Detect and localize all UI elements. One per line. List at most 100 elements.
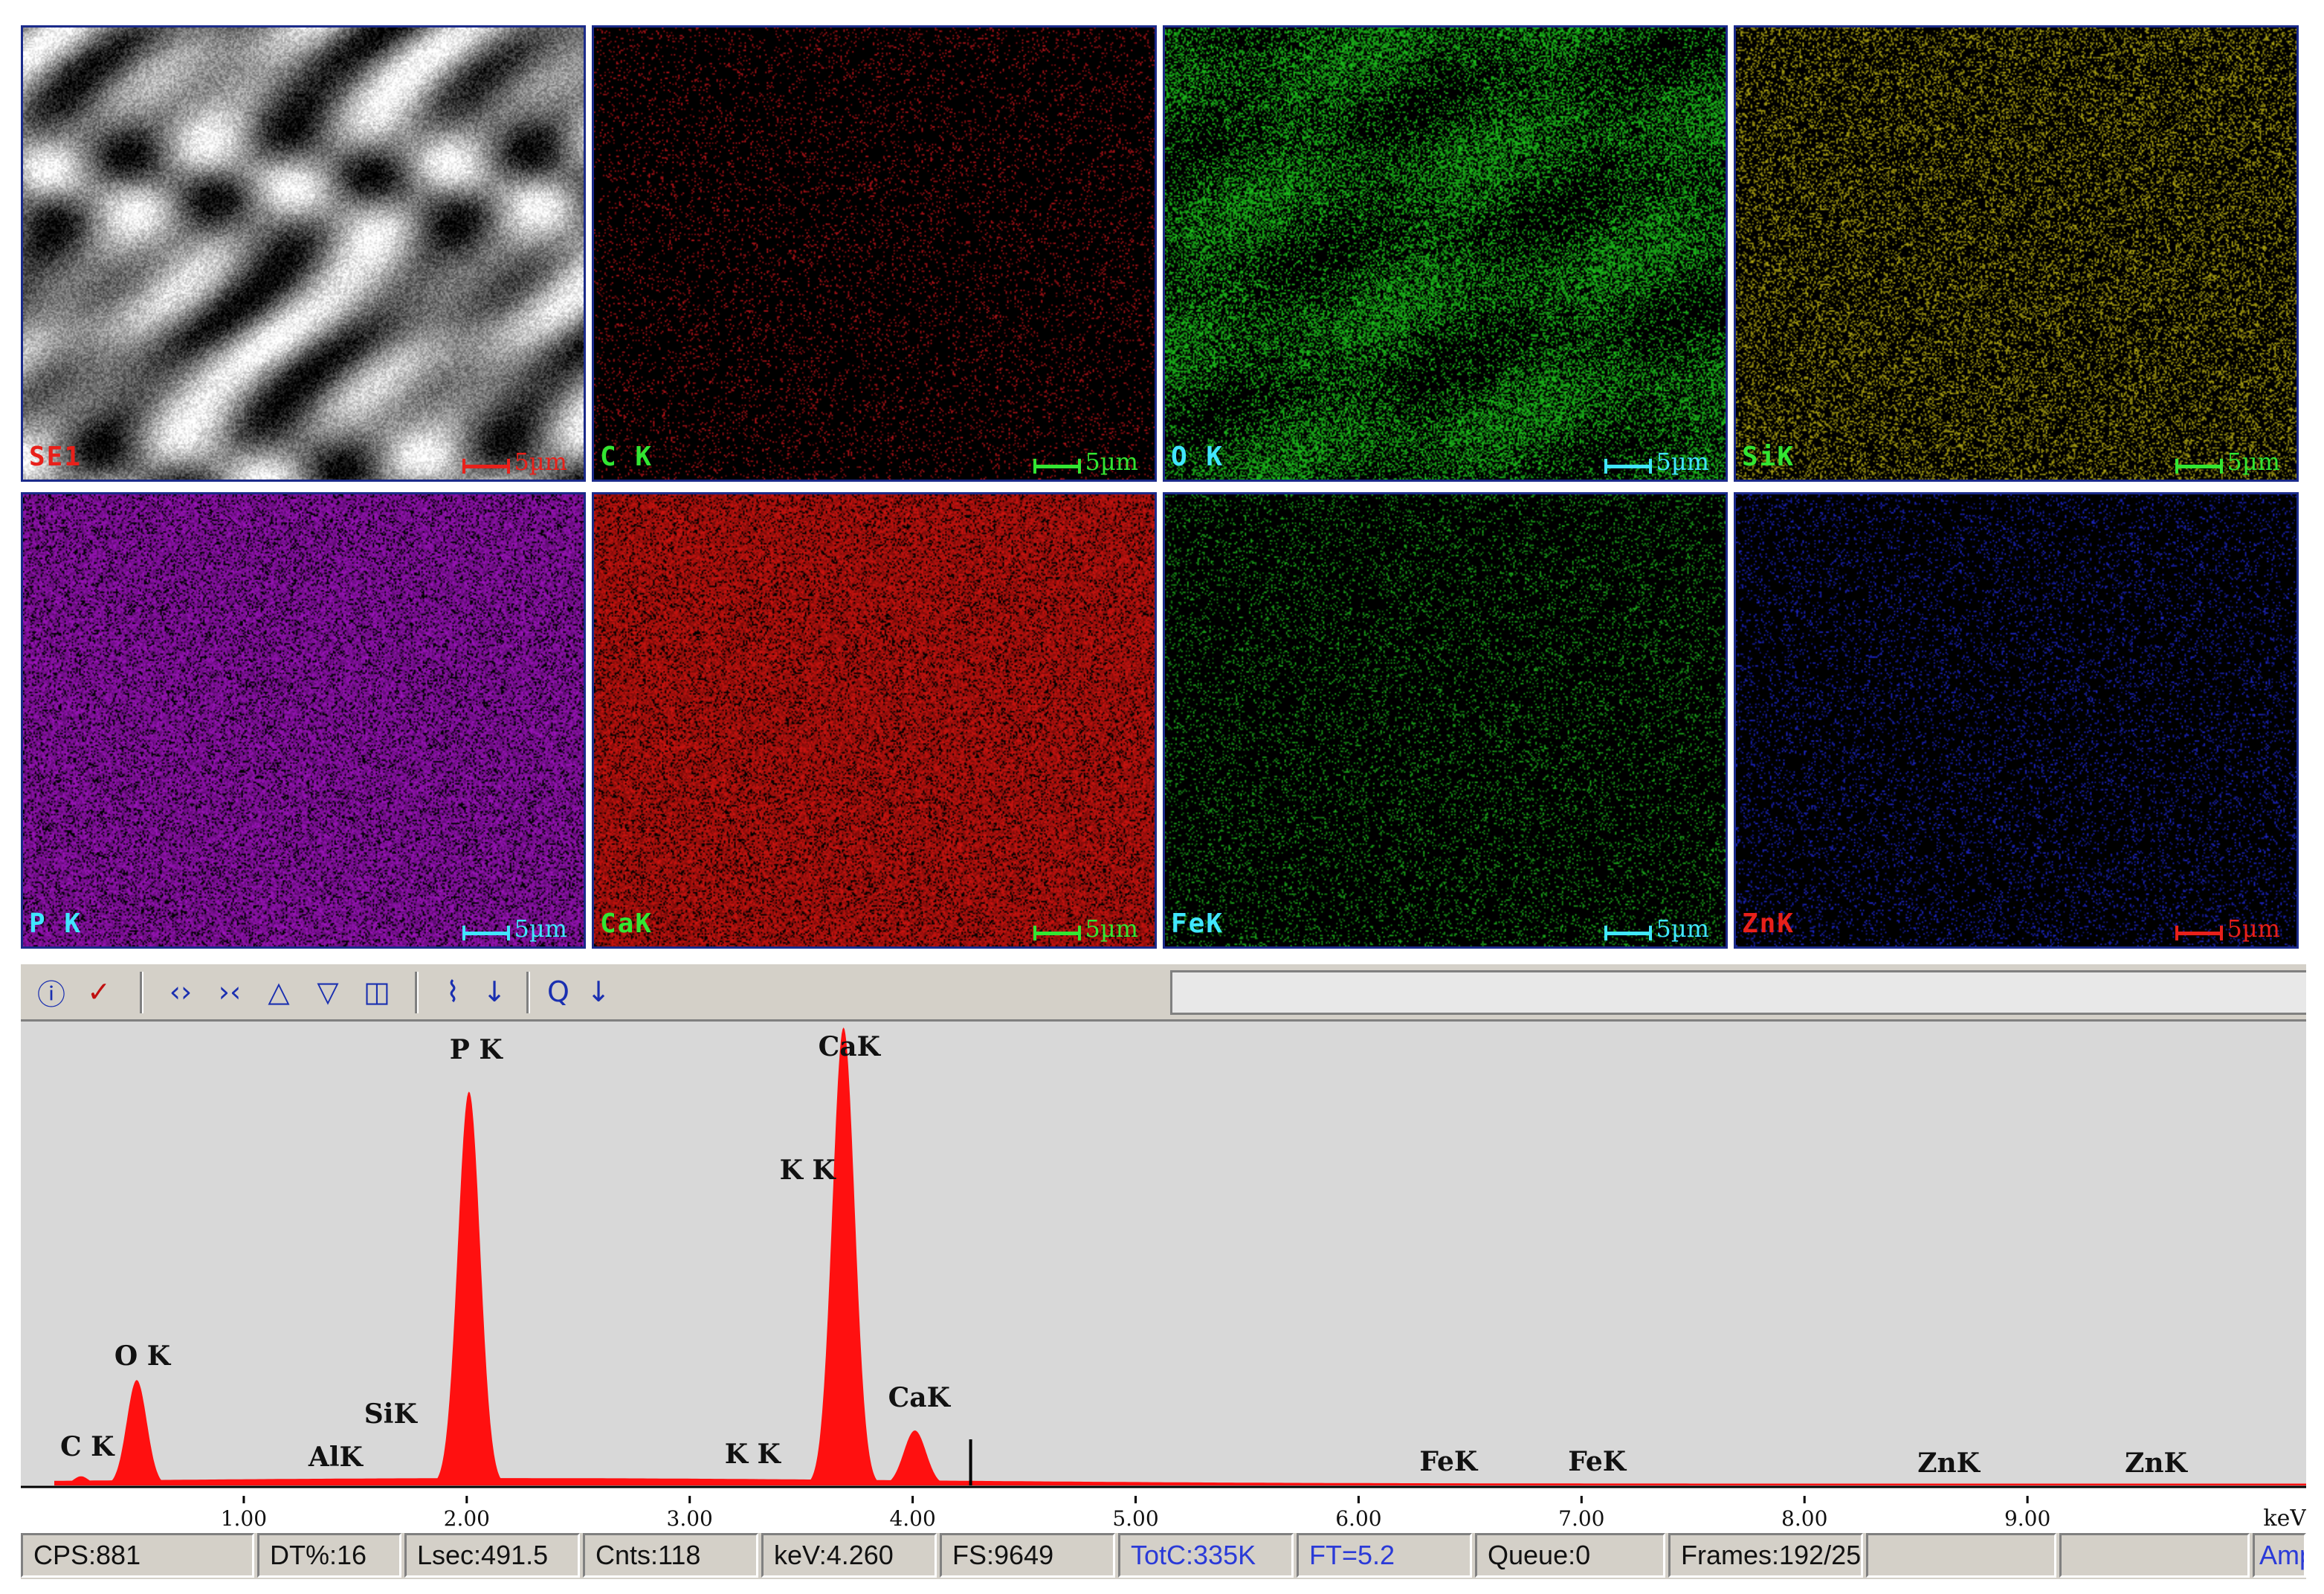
spectrum-peak bbox=[798, 1027, 888, 1485]
status-frames: Frames:192/25 bbox=[1668, 1533, 1863, 1578]
map-label: SiK bbox=[1742, 442, 1795, 472]
x-axis-ticks: 1.00 2.00 3.00 4.00 5.00 6.00 7.00 8.00 9.00 keV bbox=[21, 1496, 2306, 1533]
scale-bar: 5µm bbox=[1033, 444, 1139, 476]
status-empty-2 bbox=[2059, 1533, 2250, 1578]
map-image-ca bbox=[594, 494, 1155, 946]
x-tick-label: 7.00 bbox=[1558, 1506, 1604, 1531]
x-axis-unit-label: keV bbox=[2263, 1506, 2306, 1532]
map-image-c bbox=[594, 28, 1155, 480]
scale-text: 5µm bbox=[1656, 914, 1710, 943]
status-counts: Cnts:118 bbox=[583, 1533, 758, 1578]
scale-bar: 5µm bbox=[1033, 911, 1139, 943]
info-icon[interactable]: ⓘ bbox=[33, 973, 70, 1011]
expand-horizontal-icon[interactable]: ‹› bbox=[162, 973, 199, 1010]
toolbar-text-field[interactable] bbox=[1170, 970, 2306, 1015]
arrow-down-icon[interactable]: ↓ bbox=[580, 973, 617, 1010]
spectrum-peak bbox=[870, 1430, 960, 1485]
x-tick-label: 5.00 bbox=[1112, 1506, 1158, 1531]
x-tick-label: 4.00 bbox=[889, 1506, 935, 1531]
toolbar-separator bbox=[140, 972, 143, 1013]
peak-label: P K bbox=[450, 1034, 504, 1065]
map-tile-o[interactable]: O K 5µm bbox=[1163, 25, 1728, 482]
map-image-fe bbox=[1165, 494, 1726, 946]
status-empty-1 bbox=[1866, 1533, 2056, 1578]
eds-spectrum-chart[interactable]: C K O K AlK SiK P K K K CaK K K CaK FeK FeK ZnK ZnK bbox=[21, 1022, 2306, 1497]
peak-label: SiK bbox=[364, 1398, 419, 1430]
status-live-seconds: Lsec:491.5 bbox=[404, 1533, 580, 1578]
status-dead-time: DT%:16 bbox=[257, 1533, 401, 1578]
map-image-si bbox=[1736, 28, 2296, 480]
x-tick-label: 8.00 bbox=[1781, 1506, 1827, 1531]
map-image-zn bbox=[1736, 494, 2296, 946]
expand-vertical-icon[interactable]: △ bbox=[260, 973, 297, 1010]
peak-label: CaK bbox=[888, 1382, 952, 1413]
peak-label: K K bbox=[725, 1439, 782, 1470]
scale-text: 5µm bbox=[1656, 448, 1710, 476]
spectrum-toolbar: ⓘ ✓ ‹› ›‹ △ ▽ ◫ ⌇ ↓ Q ↓ bbox=[21, 962, 2306, 1022]
peak-id-icon[interactable]: ⌇ bbox=[434, 973, 471, 1010]
toolbar-separator bbox=[526, 972, 530, 1013]
peak-label: ZnK bbox=[1917, 1448, 1981, 1479]
compress-horizontal-icon[interactable]: ›‹ bbox=[211, 973, 248, 1010]
map-tile-p[interactable]: P K 5µm bbox=[21, 492, 586, 949]
x-tick-label: 2.00 bbox=[444, 1506, 490, 1531]
status-full-scale: FS:9649 bbox=[940, 1533, 1115, 1578]
map-tile-fe[interactable]: FeK 5µm bbox=[1163, 492, 1728, 949]
peak-label: FeK bbox=[1419, 1446, 1478, 1477]
map-tile-zn[interactable]: ZnK 5µm bbox=[1734, 492, 2299, 949]
scale-text: 5µm bbox=[514, 448, 568, 476]
x-tick-label: 9.00 bbox=[2004, 1506, 2050, 1531]
status-cps: CPS:881 bbox=[21, 1533, 254, 1578]
map-image-p bbox=[23, 494, 584, 946]
scale-bar: 5µm bbox=[2175, 911, 2281, 943]
status-amp: AmpT bbox=[2253, 1533, 2306, 1578]
scale-text: 5µm bbox=[2227, 914, 2281, 943]
map-label: FeK bbox=[1171, 909, 1224, 939]
quantify-icon[interactable]: Q bbox=[540, 973, 577, 1010]
spectrum-svg: C K O K AlKSiK P K K K CaK K K CaK FeK FeK ZnK ZnK bbox=[21, 1027, 2306, 1497]
map-label: CaK bbox=[600, 909, 653, 939]
status-total-counts: TotC:335K bbox=[1118, 1533, 1294, 1578]
map-tile-c[interactable]: C K 5µm bbox=[592, 25, 1157, 482]
scale-text: 5µm bbox=[514, 914, 568, 943]
status-ft: FT=5.2 bbox=[1297, 1533, 1472, 1578]
peak-label: O K bbox=[114, 1340, 172, 1372]
peak-label: K K bbox=[780, 1155, 837, 1186]
peak-label: FeK bbox=[1568, 1446, 1627, 1477]
peak-label: ZnK bbox=[2125, 1448, 2188, 1479]
x-tick-label: 6.00 bbox=[1335, 1506, 1381, 1531]
map-label: O K bbox=[1171, 442, 1224, 472]
scale-text: 5µm bbox=[1085, 914, 1139, 943]
scale-bar: 5µm bbox=[2175, 444, 2281, 476]
map-label: C K bbox=[600, 442, 653, 472]
map-tile-si[interactable]: SiK 5µm bbox=[1734, 25, 2299, 482]
scale-bar: 5µm bbox=[462, 444, 568, 476]
arrow-down-icon[interactable]: ↓ bbox=[476, 973, 513, 1010]
map-image-o bbox=[1165, 28, 1726, 480]
map-tile-se1[interactable]: SE1 5µm bbox=[21, 25, 586, 482]
map-image-se1 bbox=[23, 28, 584, 480]
peak-label: CaK bbox=[819, 1031, 882, 1062]
brush-icon[interactable]: ✓ bbox=[80, 973, 117, 1010]
map-tile-ca[interactable]: CaK 5µm bbox=[592, 492, 1157, 949]
status-bar: CPS:881 DT%:16 Lsec:491.5 Cnts:118 keV:4… bbox=[21, 1533, 2306, 1579]
scale-bar: 5µm bbox=[1604, 444, 1710, 476]
scale-bar: 5µm bbox=[462, 911, 568, 943]
x-tick-label: 3.00 bbox=[667, 1506, 713, 1531]
map-label: P K bbox=[29, 909, 83, 939]
x-tick-label: 1.00 bbox=[221, 1506, 267, 1531]
scale-text: 5µm bbox=[2227, 448, 2281, 476]
eraser-icon[interactable]: ◫ bbox=[358, 973, 396, 1010]
peak-label: C K bbox=[60, 1431, 115, 1462]
compress-vertical-icon[interactable]: ▽ bbox=[309, 973, 346, 1010]
scale-text: 5µm bbox=[1085, 448, 1139, 476]
spectrum-peak bbox=[424, 1091, 514, 1485]
status-queue: Queue:0 bbox=[1475, 1533, 1665, 1578]
map-label: SE1 bbox=[29, 442, 83, 472]
toolbar-separator bbox=[415, 972, 419, 1013]
scale-bar: 5µm bbox=[1604, 911, 1710, 943]
element-maps-grid: SE1 5µm C K 5µm O K 5µm SiK 5µm P K 5µm … bbox=[21, 25, 2306, 958]
map-label: ZnK bbox=[1742, 909, 1795, 939]
status-kev: keV:4.260 bbox=[761, 1533, 937, 1578]
peak-label: AlK bbox=[308, 1442, 364, 1473]
